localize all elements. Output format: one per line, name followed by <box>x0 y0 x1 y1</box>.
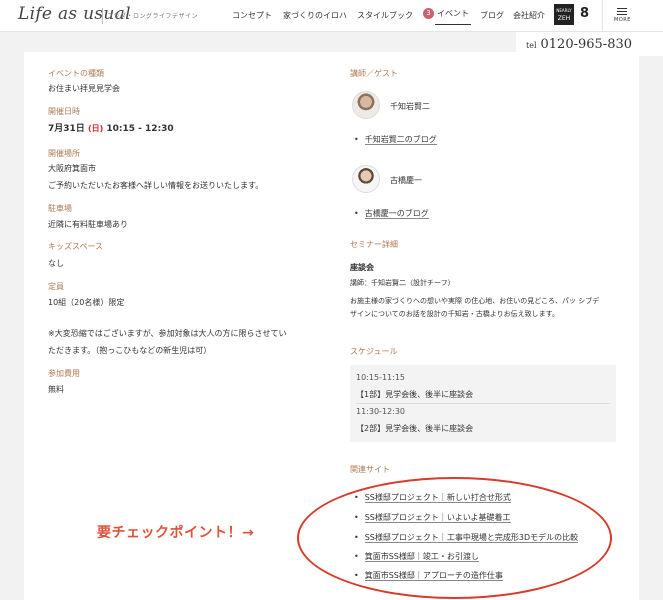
nav-blog[interactable]: ブログ <box>480 10 504 21</box>
seminar-title: 座談会 <box>350 263 374 272</box>
nav-stylebook[interactable]: スタイルブック <box>357 10 413 21</box>
nav-events[interactable]: 3 イベント <box>423 8 469 19</box>
eight-logo[interactable]: 8 <box>580 6 589 22</box>
event-date-time: 10:15 - 12:30 <box>106 124 174 134</box>
capacity-value: 10組（20名様）限定 <box>48 298 125 307</box>
guest-avatar <box>352 165 380 193</box>
schedule-title: 【1部】見学会後、後半に座談会 <box>356 390 474 399</box>
zeh-label: ZEH <box>557 15 571 22</box>
nav-concept[interactable]: コンセプト <box>232 10 272 21</box>
guest-avatar <box>352 91 380 119</box>
schedule-box: 10:15-11:15 【1部】見学会後、後半に座談会 11:30-12:30 … <box>350 365 616 442</box>
kids-space-value: なし <box>48 259 64 268</box>
tel-number: 0120-965-830 <box>540 37 633 52</box>
highlight-ellipse <box>297 477 612 599</box>
notice-line-2: ただきます。（抱っこひもなどの新生児は可） <box>48 346 212 355</box>
schedule-time: 10:15-11:15 <box>356 373 405 382</box>
nav-events-label: イベント <box>437 9 469 18</box>
schedule-time: 11:30-12:30 <box>356 407 405 416</box>
event-date-dow: (日) <box>87 124 104 133</box>
event-date-label: 開催日時 <box>48 107 80 116</box>
event-count-badge: 3 <box>423 8 434 19</box>
zeh-badge[interactable]: NEARLY ZEH <box>554 4 574 25</box>
guests-label: 講師／ゲスト <box>350 69 398 78</box>
guest-name: 古橋慶一 <box>390 176 422 185</box>
event-place-value: 大阪府箕面市 <box>48 164 96 173</box>
capacity-label: 定員 <box>48 282 64 291</box>
nav-active-underline <box>435 24 471 25</box>
guest-blog-link[interactable]: 千知岩賢二のブログ <box>354 134 437 145</box>
nav-house-basics[interactable]: 家づくりのイロハ <box>283 10 347 21</box>
schedule-title: 【2部】見学会後、後半に座談会 <box>356 424 474 433</box>
guest-blog-link-text: 古橋慶一のブログ <box>364 209 429 219</box>
hamburger-icon <box>617 8 627 17</box>
event-place-label: 開催場所 <box>48 149 80 158</box>
menu-button[interactable]: MORE <box>602 0 638 32</box>
seminar-speaker: 講師：千知岩賢二（設計チーフ） <box>350 279 455 287</box>
logo-subtitle: フラダ・ロングライフデザイン <box>107 13 199 20</box>
event-type-value: お住まい拝見見学会 <box>48 84 120 93</box>
kids-space-label: キッズスペース <box>48 242 104 251</box>
parking-value: 近隣に有料駐車場あり <box>48 220 128 229</box>
fee-label: 参加費用 <box>48 369 80 378</box>
schedule-label: スケジュール <box>350 347 398 356</box>
seminar-desc-line-1: お施主様の家づくりへの想いや実際 の住心地、お住いの見どころ、パッ シブデ <box>350 297 600 305</box>
zeh-small-label: NEARLY <box>556 8 572 13</box>
event-date-day: 7月31日 <box>48 124 85 134</box>
check-point-callout: 要チェックポイント！→ <box>97 525 255 541</box>
notice-line-1: ※大変恐縮ではございますが、参加対象は大人の方に限らさせてい <box>48 329 287 338</box>
related-sites-label: 関連サイト <box>350 465 390 474</box>
seminar-desc-line-2: ザインについてのお話を設計の千知岩・古橋よりお伝え致します。 <box>350 310 559 318</box>
tel-prefix: tel <box>526 41 537 50</box>
nav-company[interactable]: 会社紹介 <box>513 10 545 21</box>
guest-name: 千知岩賢二 <box>390 102 430 111</box>
parking-label: 駐車場 <box>48 204 72 213</box>
guest-blog-link[interactable]: 古橋慶一のブログ <box>354 208 429 219</box>
event-date-value: 7月31日 (日) 10:15 - 12:30 <box>48 121 174 134</box>
guest-blog-link-text: 千知岩賢二のブログ <box>364 135 437 145</box>
logo-divider <box>102 8 103 24</box>
seminar-label: セミナー詳細 <box>350 240 398 249</box>
site-header: Life as usual フラダ・ロングライフデザイン コンセプト 家づくりの… <box>0 0 663 32</box>
fee-value: 無料 <box>48 385 64 394</box>
menu-label: MORE <box>614 17 631 23</box>
event-type-label: イベントの種類 <box>48 69 104 78</box>
schedule-divider <box>356 403 610 404</box>
event-place-note: ご予約いただいたお客様へ詳しい情報をお送りいたします。 <box>48 181 264 190</box>
